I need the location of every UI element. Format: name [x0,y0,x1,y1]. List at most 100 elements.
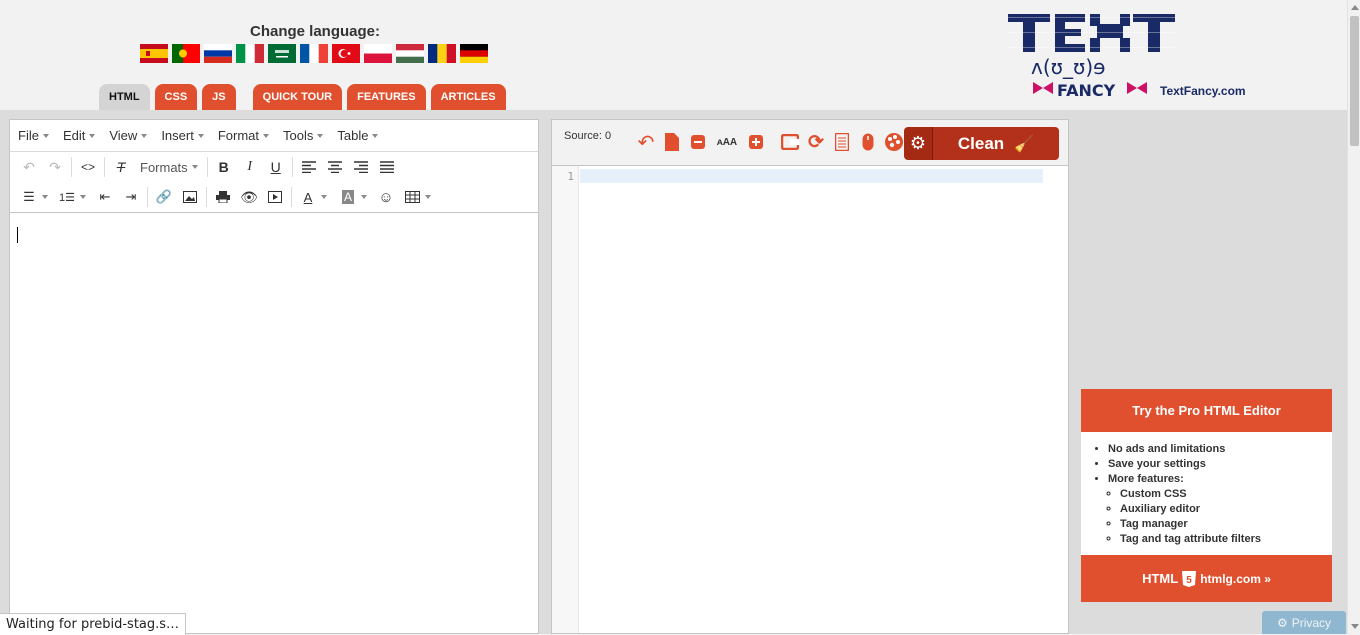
pl-flag-icon[interactable] [364,44,392,63]
html5-logo: HTML [1142,571,1179,586]
list-item: Auxiliary editor [1120,502,1332,517]
svg-text:5: 5 [1186,575,1192,586]
new-document-icon[interactable] [662,132,682,152]
bold-icon[interactable]: B [211,155,237,179]
bullet-list-icon[interactable]: ☰ [16,185,42,209]
formats-dropdown[interactable]: Formats [134,155,204,179]
chevron-down-icon [317,133,324,138]
menu-view[interactable]: View [109,128,148,143]
text-color-icon[interactable]: A [295,185,321,209]
font-size-icon[interactable]: ᴀAA [714,132,740,152]
toolbar-divider [147,187,148,207]
pro-editor-ad-title[interactable]: Try the Pro HTML Editor [1081,389,1332,432]
chevron-down-icon[interactable] [321,195,327,199]
chevron-down-icon [263,133,269,138]
media-icon[interactable] [262,185,288,209]
source-icons: ↶ ᴀAA ⟳ [636,132,904,154]
gear-icon[interactable]: ⚙ [904,127,933,160]
tab-quick-tour[interactable]: QUICK TOUR [252,84,343,110]
indent-icon[interactable]: ⇥ [118,185,144,209]
svg-text:FANCY: FANCY [1057,81,1116,100]
redo-icon[interactable]: ↷ [42,155,68,179]
clear-formatting-icon[interactable]: T [108,155,134,179]
mouse-icon[interactable] [858,132,878,152]
wrap-icon[interactable] [780,132,800,152]
italic-icon[interactable]: I [237,155,263,179]
language-flags [140,44,488,63]
background-color-icon[interactable]: A [335,185,361,209]
refresh-icon[interactable]: ⟳ [806,132,826,153]
numbered-list-icon[interactable]: 1☰ [54,185,80,209]
menu-tools[interactable]: Tools [283,128,324,143]
editor-content-area[interactable] [10,213,538,633]
chevron-down-icon[interactable] [361,195,367,199]
fr-flag-icon[interactable] [300,44,328,63]
pt-flag-icon[interactable] [172,44,200,63]
chevron-down-icon[interactable] [80,195,86,199]
menu-tools-label: Tools [283,128,314,143]
menu-table[interactable]: Table [337,128,379,143]
line-gutter: 1 [552,166,579,633]
menu-table-label: Table [337,128,369,143]
align-right-icon[interactable] [348,155,374,179]
palette-icon[interactable] [884,132,904,152]
preview-eye-icon[interactable]: 👁 [236,185,262,209]
undo-icon[interactable]: ↶ [16,155,42,179]
table-icon[interactable] [399,185,425,209]
chevron-down-icon [89,133,96,138]
tr-flag-icon[interactable] [332,44,360,63]
pro-editor-ad: Try the Pro HTML Editor No ads and limit… [1081,389,1332,602]
menu-insert[interactable]: Insert [161,128,204,143]
code-icon[interactable]: <> [75,155,101,179]
font-increase-icon[interactable] [746,132,766,152]
ro-flag-icon[interactable] [428,44,456,63]
chevron-down-icon [191,165,198,169]
tab-html[interactable]: HTML [99,84,150,110]
code-input-area[interactable] [580,169,1043,183]
sa-flag-icon[interactable] [268,44,296,63]
it-flag-icon[interactable] [236,44,264,63]
link-icon[interactable]: 🔗 [151,185,177,209]
tab-js[interactable]: JS [202,84,236,110]
emoticon-icon[interactable]: ☺ [373,185,399,209]
source-editor: Source: 0 ↶ ᴀAA ⟳ ⚙ Clean 🧹 1 [551,119,1069,634]
tab-css[interactable]: CSS [154,84,198,110]
formats-label: Formats [140,159,188,175]
toolbar-row-2: ☰ 1☰ ⇤ ⇥ 🔗 👁 A A ☺ [10,182,538,212]
toolbar-divider [291,187,292,207]
page-scrollbar[interactable] [1347,0,1360,634]
text-cursor [17,227,18,243]
chevron-down-icon [42,133,49,138]
de-flag-icon[interactable] [460,44,488,63]
scrollbar-thumb[interactable] [1350,16,1359,146]
align-left-icon[interactable] [296,155,322,179]
menu-format[interactable]: Format [218,128,269,143]
undo-icon[interactable]: ↶ [636,132,656,154]
line-number: 1 [567,170,574,183]
list-item: Custom CSS [1120,487,1332,502]
clean-button[interactable]: Clean 🧹 [933,127,1059,160]
privacy-button[interactable]: ⚙ Privacy [1262,611,1346,634]
copy-document-icon[interactable] [832,132,852,152]
ru-flag-icon[interactable] [204,44,232,63]
hu-flag-icon[interactable] [396,44,424,63]
menu-file[interactable]: File [18,128,49,143]
scroll-up-arrow-icon[interactable] [1351,5,1359,10]
outdent-icon[interactable]: ⇤ [92,185,118,209]
underline-icon[interactable]: U [263,155,289,179]
toolbar-row-1: ↶ ↷ <> T Formats B I U [10,152,538,182]
align-justify-icon[interactable] [374,155,400,179]
tab-features[interactable]: FEATURES [347,84,426,110]
menu-edit[interactable]: Edit [63,128,96,143]
align-center-icon[interactable] [322,155,348,179]
chevron-down-icon[interactable] [425,195,431,199]
es-flag-icon[interactable] [140,44,168,63]
tab-articles[interactable]: ARTICLES [430,84,506,110]
print-icon[interactable] [210,185,236,209]
htmlg-link[interactable]: HTML 5 htmlg.com » [1081,555,1332,602]
chevron-down-icon[interactable] [42,195,48,199]
scroll-down-arrow-icon[interactable] [1351,624,1359,629]
font-decrease-icon[interactable] [688,132,708,152]
ad-feature-list: No ads and limitations Save your setting… [1081,432,1332,547]
image-icon[interactable] [177,185,203,209]
